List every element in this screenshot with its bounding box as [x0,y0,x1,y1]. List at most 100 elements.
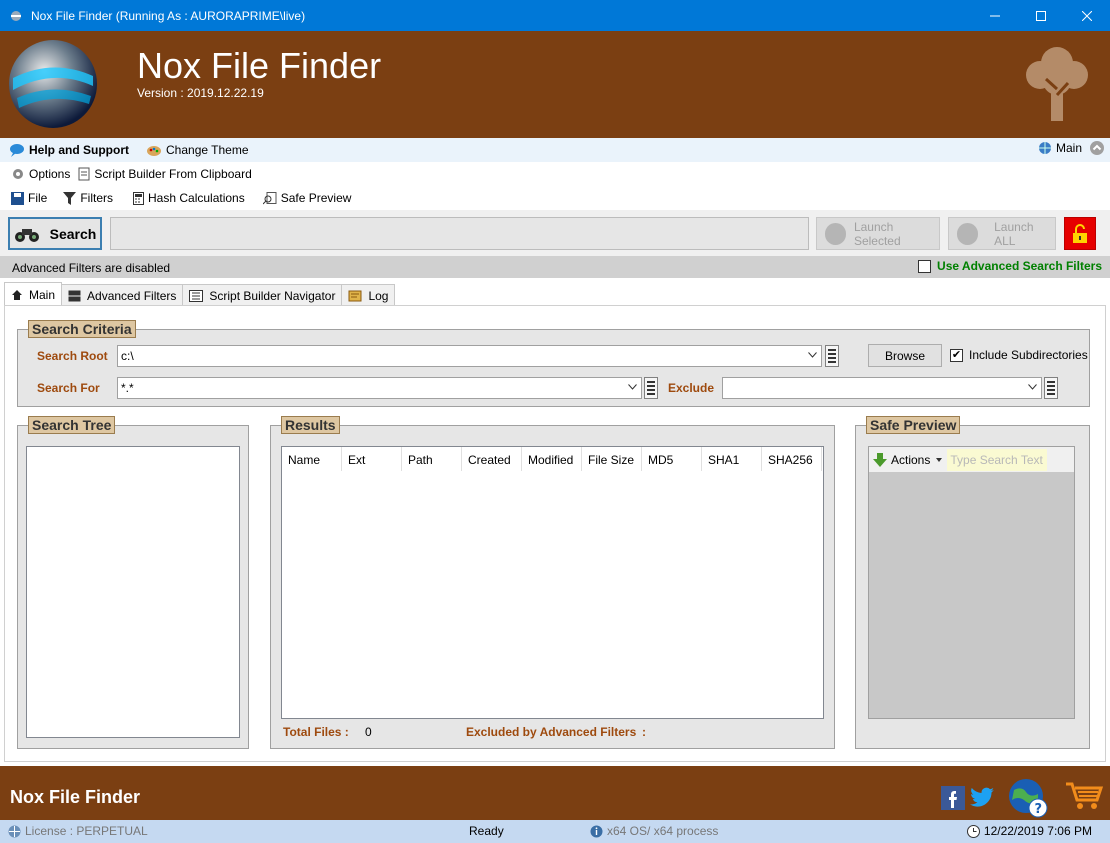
search-for-list-button[interactable] [644,377,658,399]
script-builder-clipboard-menu[interactable]: Script Builder From Clipboard [78,167,252,181]
close-button[interactable] [1064,0,1110,31]
banner-version: Version : 2019.12.22.19 [137,86,264,100]
search-button-label: Search [49,225,97,242]
launch-selected-button[interactable]: Launch Selected [816,217,940,250]
license-globe-icon [8,825,21,837]
filters-label: Filters [80,191,114,205]
safe-preview-search-input[interactable]: Type Search Text [947,448,1048,471]
column-header-md5[interactable]: MD5 [642,447,702,471]
search-criteria-group: Search Criteria Search Root c:\ Browse ✔… [17,320,1090,407]
search-root-value: c:\ [121,349,134,363]
advanced-filters-status: Advanced Filters are disabled [12,261,171,275]
menu-bar-top: Help and Support Change Theme Main [0,138,1110,162]
tab-main-label: Main [29,287,56,302]
column-header-sha256[interactable]: SHA256 [762,447,822,471]
log-scroll-icon [348,290,362,301]
lock-button[interactable] [1064,217,1096,250]
window-title: Nox File Finder (Running As : AURORAPRIM… [31,8,306,23]
search-for-input[interactable]: *.* [117,377,642,399]
status-bar: License : PERPETUAL Ready x64 OS/ x64 pr… [0,820,1110,843]
results-list-view[interactable]: Name Ext Path Created Modified File Size… [281,446,824,719]
minimize-icon [990,15,1000,16]
help-support-label: Help and Support [29,143,129,157]
license-text: License : PERPETUAL [25,824,148,838]
checkbox-checked[interactable]: ✔ [950,348,963,362]
exclude-label: Exclude [668,381,715,395]
filters-menu[interactable]: Filters [63,191,113,205]
tab-advanced-filters-label: Advanced Filters [87,288,177,303]
chevron-down-icon [808,352,817,358]
runner-icon [957,222,979,245]
tree-icon [1026,47,1088,121]
safe-preview-pane: Actions Type Search Text [868,446,1075,719]
column-header-created[interactable]: Created [462,447,522,471]
main-menu[interactable]: Main [1038,141,1082,155]
column-header-file-size[interactable]: File Size [582,447,642,471]
tab-log[interactable]: Log [341,284,396,306]
filter-funnel-icon [63,191,77,205]
checkbox-box[interactable] [918,259,932,273]
safe-preview-group: Safe Preview Actions Type Search Text [855,416,1090,749]
actions-dropdown[interactable]: Actions [873,452,943,467]
home-icon [12,289,22,300]
safe-preview-title: Safe Preview [866,416,961,434]
collapse-up-icon[interactable] [1090,141,1104,155]
hash-calculations-menu[interactable]: Hash Calculations [133,191,245,205]
include-subdirectories-checkbox[interactable]: ✔ Include Subdirectories [950,348,1088,362]
app-icon [11,10,21,21]
safe-preview-menu[interactable]: Safe Preview [262,191,351,205]
file-menu[interactable]: File [11,191,47,205]
tab-advanced-filters[interactable]: Advanced Filters [61,284,184,306]
excluded-separator: : [642,725,646,739]
magnifier-document-icon [262,191,277,204]
use-advanced-filters-checkbox[interactable]: Use Advanced Search Filters [918,259,1102,273]
column-header-name[interactable]: Name [282,447,342,471]
download-arrow-icon [873,452,887,467]
minimize-button[interactable] [972,0,1018,31]
app-logo [9,40,97,128]
maximize-button[interactable] [1018,0,1064,31]
tab-main[interactable]: Main [4,282,63,306]
safe-preview-toolbar: Actions Type Search Text [869,447,1074,472]
launch-all-button[interactable]: Launch ALL [948,217,1056,250]
tab-script-builder-navigator[interactable]: Script Builder Navigator [182,284,343,306]
exclude-list-button[interactable] [1044,377,1058,399]
search-for-label: Search For [37,381,100,395]
datetime-status: 12/22/2019 7:06 PM [966,824,1092,838]
facebook-icon[interactable] [941,786,965,810]
change-theme-menu[interactable]: Change Theme [146,143,249,157]
exclude-input[interactable] [722,377,1042,399]
architecture-text: x64 OS/ x64 process [607,824,719,838]
gear-icon [13,169,23,179]
script-document-icon [78,167,90,181]
browse-button[interactable]: Browse [868,344,942,367]
search-root-input[interactable]: c:\ [117,345,822,367]
tab-strip: Main Advanced Filters Script Builder Nav… [4,282,396,306]
search-criteria-title: Search Criteria [28,320,136,338]
column-header-ext[interactable]: Ext [342,447,402,471]
shopping-cart-icon[interactable] [1064,780,1104,812]
search-button[interactable]: Search [8,217,102,250]
chevron-down-icon [628,384,637,390]
close-icon [1082,10,1092,21]
twitter-icon[interactable] [970,786,996,810]
globe-help-icon[interactable]: ? [1008,778,1048,818]
column-header-sha1[interactable]: SHA1 [702,447,762,471]
script-builder-label: Script Builder From Clipboard [94,167,252,181]
search-root-list-button[interactable] [825,345,839,367]
column-header-path[interactable]: Path [402,447,462,471]
column-header-modified[interactable]: Modified [522,447,582,471]
options-menu[interactable]: Options [11,167,70,181]
runner-icon [825,222,846,245]
help-support-menu[interactable]: Help and Support [9,143,129,157]
launch-all-label: Launch ALL [994,219,1034,248]
banner-app-name: Nox File Finder [137,45,382,86]
dropdown-arrow-icon [936,457,943,462]
server-icon [68,290,81,301]
menu-bar-main: File Filters Hash Calculations Safe Prev… [0,186,1110,210]
main-tab-panel: Search Criteria Search Root c:\ Browse ✔… [4,305,1106,762]
list-checklist-icon [189,289,204,302]
search-tree-view[interactable] [26,446,240,738]
clock-icon [966,824,980,838]
chat-bubble-icon [10,144,24,157]
